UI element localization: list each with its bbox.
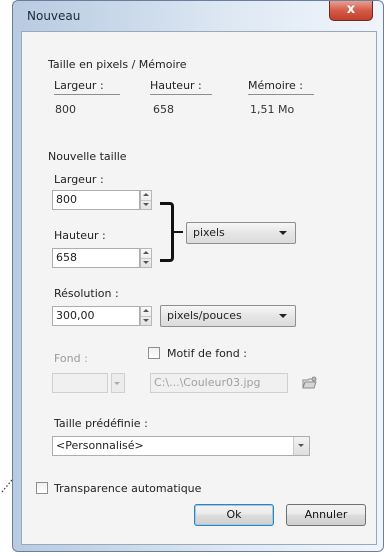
preset-size-dropdown-button[interactable] — [293, 437, 309, 455]
spin-up-icon — [143, 193, 149, 196]
memory-value: 1,51 Mo — [250, 103, 295, 116]
size-unit-select[interactable]: pixels — [186, 222, 296, 244]
chevron-down-icon — [279, 314, 287, 318]
spin-down-icon — [143, 261, 149, 264]
motif-checkbox[interactable] — [148, 347, 160, 359]
background-color-drop[interactable] — [112, 379, 122, 388]
pixel-height-label: Hauteur : — [150, 79, 212, 95]
new-width-spin-down[interactable] — [141, 200, 151, 209]
new-height-input[interactable]: 658 — [52, 248, 140, 268]
new-height-spinner[interactable] — [140, 248, 152, 268]
close-icon: x — [346, 2, 356, 17]
new-height-label: Hauteur : — [54, 229, 106, 242]
window-title: Nouveau — [27, 9, 81, 23]
spin-up-icon — [143, 251, 149, 254]
motif-path-field: C:\...\Couleur03.jpg — [150, 373, 288, 393]
resolution-unit-selected: pixels/pouces — [167, 309, 242, 322]
chevron-down-icon — [298, 444, 304, 447]
preset-size-select[interactable]: <Personnalisé> — [52, 436, 310, 456]
title-bar[interactable]: Nouveau x — [13, 1, 383, 31]
ok-button[interactable]: Ok — [194, 504, 274, 526]
spin-up-icon — [143, 309, 149, 312]
resolution-spinner[interactable] — [140, 306, 152, 326]
dialog-client-area: Taille en pixels / Mémoire Largeur : Hau… — [21, 31, 377, 545]
background-label: Fond : — [54, 352, 88, 365]
resolution-label: Résolution : — [54, 287, 119, 300]
resolution-unit-select[interactable]: pixels/pouces — [160, 305, 296, 327]
new-width-input[interactable]: 800 — [52, 190, 140, 210]
background-color-field — [52, 373, 108, 393]
browse-folder-icon[interactable] — [302, 376, 318, 390]
dialog-window: Nouveau x Taille en pixels / Mémoire Lar… — [12, 0, 384, 552]
spin-down-icon — [143, 319, 149, 322]
pixel-width-value: 800 — [55, 103, 76, 116]
new-width-spinner[interactable] — [140, 190, 152, 210]
resolution-input[interactable]: 300,00 — [52, 306, 140, 326]
new-width-label: Largeur : — [54, 173, 104, 186]
aspect-link-bracket — [160, 202, 174, 262]
pixel-height-value: 658 — [153, 103, 174, 116]
memory-label: Mémoire : — [248, 79, 314, 95]
cancel-button[interactable]: Annuler — [286, 504, 366, 526]
aspect-link-bracket-tick — [173, 231, 183, 233]
spin-down-icon — [143, 203, 149, 206]
size-unit-selected: pixels — [193, 226, 225, 239]
new-size-heading: Nouvelle taille — [48, 150, 127, 163]
auto-transparency-label: Transparence automatique — [54, 482, 202, 495]
close-button[interactable]: x — [329, 1, 373, 21]
pixel-size-heading: Taille en pixels / Mémoire — [48, 58, 187, 71]
auto-transparency-checkbox[interactable] — [36, 482, 48, 494]
chevron-down-icon — [279, 231, 287, 235]
resolution-spin-down[interactable] — [141, 316, 151, 325]
background-color-dropdown[interactable] — [111, 373, 125, 393]
preset-size-selected: <Personnalisé> — [56, 439, 144, 452]
chevron-down-icon — [114, 382, 120, 385]
motif-label: Motif de fond : — [167, 347, 247, 360]
preset-size-label: Taille prédéfinie : — [54, 417, 148, 430]
new-height-spin-down[interactable] — [141, 258, 151, 267]
pixel-width-label: Largeur : — [54, 79, 120, 95]
